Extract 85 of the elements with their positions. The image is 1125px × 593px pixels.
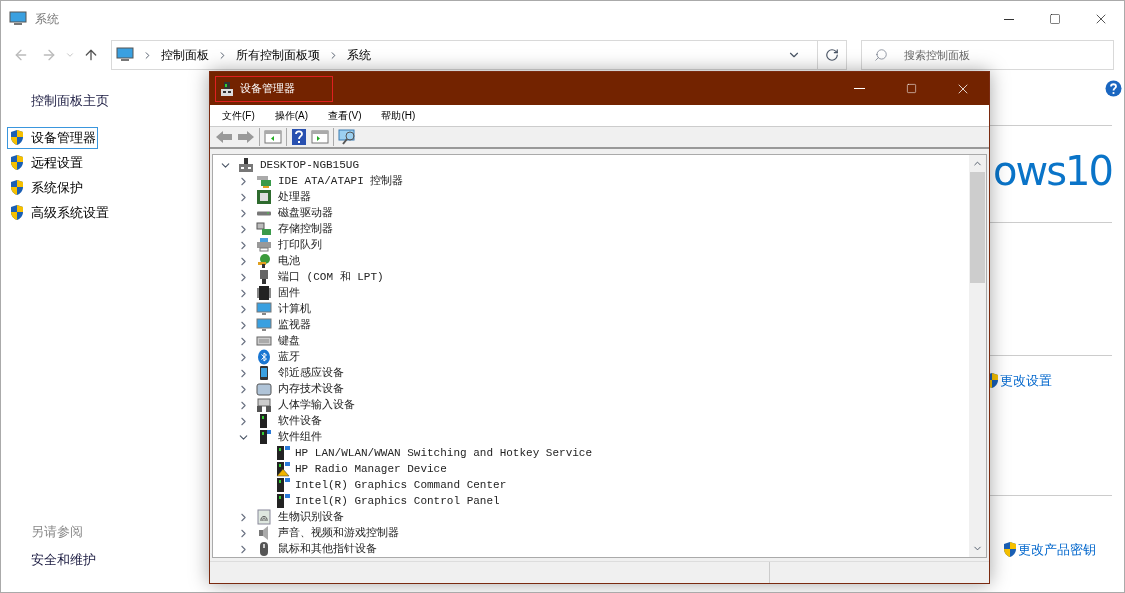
vertical-scrollbar[interactable] (969, 155, 986, 557)
search-placeholder: 搜索控制面板 (904, 47, 970, 63)
breadcrumb-item[interactable]: 所有控制面板项 (236, 46, 320, 64)
tree-item[interactable]: 软件设备 (278, 412, 322, 430)
tree-item[interactable]: 软件组件 (278, 428, 322, 446)
address-bar[interactable]: 控制面板 所有控制面板项 系统 (111, 40, 847, 70)
sidebar-link[interactable]: 控制面板主页 (31, 91, 211, 111)
help-icon[interactable] (1105, 80, 1122, 97)
sidebar-item[interactable]: 高级系统设置 (7, 201, 111, 224)
tree-item[interactable]: 打印队列 (278, 236, 322, 254)
tree-item[interactable]: 固件 (278, 284, 300, 302)
menu-item[interactable]: 帮助(H) (381, 108, 416, 123)
shield-icon (9, 179, 25, 196)
tree-item[interactable]: HP LAN/WLAN/WWAN Switching and Hotkey Service (295, 444, 593, 462)
keyboard-icon (256, 333, 272, 349)
tree-item[interactable]: Intel(R) Graphics Control Panel (295, 492, 500, 510)
battery-plug-icon (256, 253, 272, 269)
window-title: 设备管理器 (240, 81, 295, 97)
scrollbar-thumb[interactable] (970, 172, 985, 283)
tree-item[interactable]: 处理器 (278, 188, 311, 206)
breadcrumb-item[interactable]: 系统 (347, 46, 371, 64)
tree-item[interactable]: 磁盘驱动器 (278, 204, 333, 222)
fingerprint-icon (256, 509, 272, 525)
tree-item[interactable]: 存储控制器 (278, 220, 333, 238)
window-title: 系统 (35, 11, 59, 28)
forward-arrow-icon[interactable] (237, 129, 255, 145)
storage-controller-icon (256, 221, 272, 237)
disk-drive-icon (257, 210, 271, 216)
scan-monitor-icon[interactable] (338, 128, 358, 146)
maximize-icon (1049, 13, 1061, 25)
tree-item[interactable]: 监视器 (278, 316, 311, 334)
computer-icon (238, 157, 254, 173)
tree-item[interactable]: 端口 (COM 和 LPT) (278, 268, 384, 286)
firmware-chip-icon (256, 285, 272, 301)
back-arrow-icon[interactable] (215, 129, 233, 145)
tree-item[interactable]: HP Radio Manager Device (295, 460, 447, 478)
minimize-icon (1004, 18, 1014, 20)
tree-item[interactable]: 内存技术设备 (278, 380, 344, 398)
search-field[interactable]: 搜索控制面板 (861, 40, 1114, 70)
tree-item[interactable]: 键盘 (278, 332, 300, 350)
change-settings-link[interactable]: 更改设置 (1000, 371, 1052, 391)
tree-item[interactable]: 蓝牙 (278, 348, 300, 366)
refresh-icon (825, 48, 839, 62)
sidebar-link[interactable]: 安全和维护 (31, 549, 211, 569)
tree-item[interactable]: 生物识别设备 (278, 508, 344, 526)
panel-toggle-icon[interactable] (264, 129, 282, 145)
monitor-icon (256, 317, 272, 333)
bluetooth-icon (256, 349, 272, 365)
input-device-icon (256, 397, 272, 413)
menu-item[interactable]: 查看(V) (328, 108, 362, 123)
section-heading: 另请参阅 (31, 523, 84, 541)
windows-logo-text: ows10 (993, 150, 1112, 192)
shield-icon (9, 154, 25, 171)
computer-icon (116, 47, 134, 63)
tree-item[interactable]: 计算机 (278, 300, 311, 318)
shield-icon (1002, 540, 1018, 558)
menu-item[interactable]: 文件(F) (222, 108, 255, 123)
tree-item[interactable]: 邻近感应设备 (278, 364, 344, 382)
printer-icon (256, 237, 272, 253)
tree-item[interactable]: 声音、视频和游戏控制器 (278, 524, 399, 542)
tree-item[interactable]: 电池 (278, 252, 300, 270)
maximize-icon (905, 83, 917, 94)
monitor-icon (256, 301, 272, 317)
tree-item[interactable]: Intel(R) Graphics Command Center (295, 476, 507, 494)
system-icon (9, 11, 27, 27)
change-product-key-link[interactable]: 更改产品密钥 (1018, 539, 1096, 559)
search-icon (874, 48, 888, 62)
sidebar-item[interactable]: 远程设置 (7, 151, 85, 174)
up-icon[interactable] (83, 47, 99, 63)
minimize-icon (853, 88, 865, 89)
help-icon[interactable] (291, 128, 307, 146)
shield-icon (9, 204, 25, 221)
breadcrumb-item[interactable]: 控制面板 (161, 46, 209, 64)
memory-card-icon (256, 381, 272, 397)
sidebar-item[interactable]: 系统保护 (7, 176, 85, 199)
chip-icon (256, 189, 272, 205)
controller-card-icon (256, 173, 272, 189)
tree-item[interactable]: 鼠标和其他指针设备 (278, 540, 377, 557)
shield-icon (9, 129, 25, 146)
device-manager-icon (220, 80, 234, 97)
sidebar-item[interactable]: 设备管理器 (7, 126, 98, 149)
tree-item[interactable]: 人体学输入设备 (278, 396, 355, 414)
tree-item[interactable]: IDE ATA/ATAPI 控制器 (278, 172, 404, 190)
menu-item[interactable]: 操作(A) (274, 108, 309, 123)
tree-item[interactable]: DESKTOP-NGB15UG (260, 156, 360, 174)
